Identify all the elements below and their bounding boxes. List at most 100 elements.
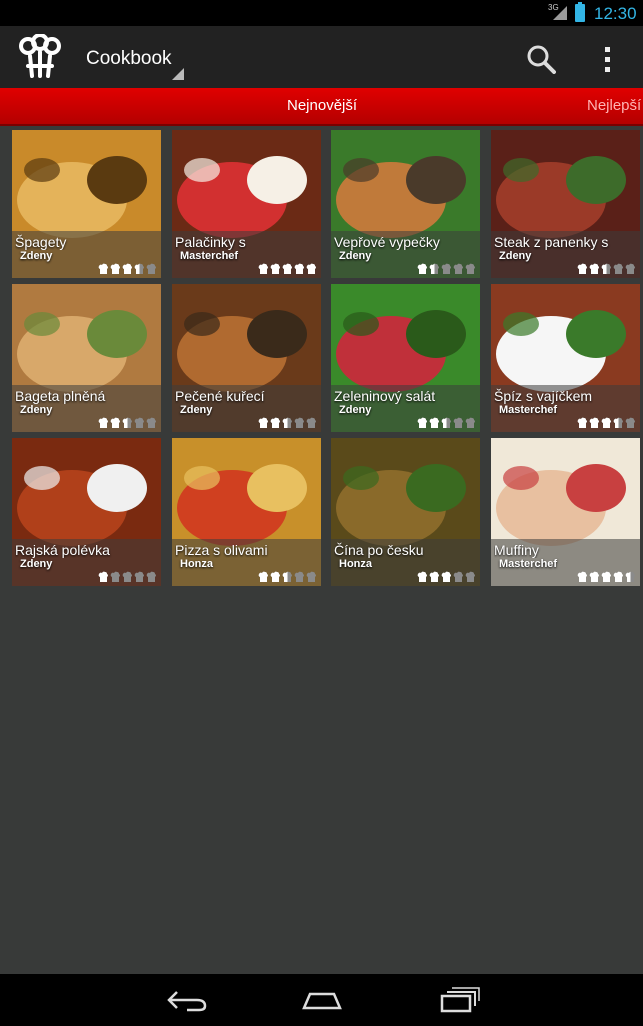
chef-hat-rating-icon — [441, 417, 451, 428]
search-icon[interactable] — [526, 44, 556, 74]
recipe-title: Špagety — [15, 234, 67, 250]
back-icon[interactable] — [165, 986, 209, 1014]
chef-hat-logo-icon[interactable] — [18, 34, 62, 80]
recipe-title: Pizza s olivami — [175, 542, 268, 558]
chef-hat-rating-icon — [417, 571, 427, 582]
chef-hat-rating-icon — [453, 571, 463, 582]
chef-hat-rating-icon — [429, 571, 439, 582]
recipe-title: Rajská polévka — [15, 542, 110, 558]
chef-hat-rating-icon — [601, 263, 611, 274]
chef-hat-rating-icon — [258, 263, 268, 274]
recipe-author: Masterchef — [180, 250, 239, 262]
chef-hat-rating-icon — [270, 263, 280, 274]
recipe-grid: Špagety Zdeny Palačinky s Masterchef Vepřové… — [12, 130, 640, 588]
recipe-rating — [577, 263, 636, 274]
recipe-title: Špíz s vajíčkem — [494, 388, 593, 404]
chef-hat-rating-icon — [613, 263, 623, 274]
recipe-card[interactable]: Palačinky s Masterchef — [172, 130, 321, 278]
recipe-card[interactable]: Špíz s vajíčkem Masterchef — [491, 284, 640, 432]
recipe-card[interactable]: Bageta plněná Zdeny — [12, 284, 161, 432]
chef-hat-rating-icon — [282, 263, 292, 274]
recipe-card[interactable]: Muffiny Masterchef — [491, 438, 640, 586]
chef-hat-rating-icon — [417, 263, 427, 274]
recipe-card[interactable]: Rajská polévka Zdeny — [12, 438, 161, 586]
chef-hat-rating-icon — [146, 263, 156, 274]
tab-best[interactable]: Nejlepší — [587, 97, 641, 114]
recipe-rating — [258, 263, 317, 274]
chef-hat-rating-icon — [306, 571, 316, 582]
recipe-card[interactable]: Pizza s olivami Honza — [172, 438, 321, 586]
recipe-card[interactable]: Zeleninový salát Zdeny — [331, 284, 480, 432]
chef-hat-rating-icon — [294, 263, 304, 274]
recipe-rating — [98, 417, 157, 428]
navigation-bar — [0, 974, 643, 1026]
recipe-author: Masterchef — [499, 404, 558, 416]
chef-hat-rating-icon — [417, 417, 427, 428]
recipe-rating — [577, 571, 636, 582]
chef-hat-rating-icon — [601, 417, 611, 428]
recipe-card[interactable]: Čína po česku Honza — [331, 438, 480, 586]
recipe-card[interactable]: Pečené kuřecí Zdeny — [172, 284, 321, 432]
chef-hat-rating-icon — [306, 263, 316, 274]
chef-hat-rating-icon — [258, 571, 268, 582]
chef-hat-rating-icon — [146, 417, 156, 428]
chef-hat-rating-icon — [122, 263, 132, 274]
chef-hat-rating-icon — [441, 571, 451, 582]
chef-hat-rating-icon — [625, 571, 635, 582]
chef-hat-rating-icon — [429, 417, 439, 428]
chef-hat-rating-icon — [429, 263, 439, 274]
recipe-author: Zdeny — [20, 250, 53, 262]
spinner-indicator-icon[interactable] — [172, 68, 184, 80]
chef-hat-rating-icon — [98, 263, 108, 274]
recipe-title: Pečené kuřecí — [175, 388, 265, 404]
chef-hat-rating-icon — [146, 571, 156, 582]
chef-hat-rating-icon — [122, 571, 132, 582]
chef-hat-rating-icon — [270, 417, 280, 428]
chef-hat-rating-icon — [589, 263, 599, 274]
chef-hat-rating-icon — [625, 417, 635, 428]
overflow-menu-icon[interactable] — [600, 44, 614, 74]
recipe-rating — [417, 263, 476, 274]
chef-hat-rating-icon — [465, 417, 475, 428]
recipe-rating — [98, 571, 157, 582]
chef-hat-rating-icon — [601, 571, 611, 582]
chef-hat-rating-icon — [453, 417, 463, 428]
recipe-author: Honza — [339, 558, 372, 570]
chef-hat-rating-icon — [110, 417, 120, 428]
chef-hat-rating-icon — [453, 263, 463, 274]
chef-hat-rating-icon — [134, 263, 144, 274]
chef-hat-rating-icon — [577, 571, 587, 582]
recipe-title: Vepřové vypečky — [334, 234, 440, 250]
recipe-title: Steak z panenky s — [494, 234, 609, 250]
recipe-author: Honza — [180, 558, 213, 570]
recipe-card[interactable]: Steak z panenky s Zdeny — [491, 130, 640, 278]
recent-apps-icon[interactable] — [438, 986, 482, 1014]
chef-hat-rating-icon — [294, 571, 304, 582]
recipe-author: Zdeny — [339, 404, 372, 416]
recipe-card[interactable]: Špagety Zdeny — [12, 130, 161, 278]
tab-strip: Nejnovější Nejlepší — [0, 88, 643, 126]
chef-hat-rating-icon — [294, 417, 304, 428]
chef-hat-rating-icon — [577, 263, 587, 274]
status-bar: 3G 12:30 — [0, 0, 643, 26]
app-title[interactable]: Cookbook — [86, 48, 172, 70]
recipe-rating — [258, 417, 317, 428]
recipe-card[interactable]: Vepřové vypečky Zdeny — [331, 130, 480, 278]
recipe-title: Palačinky s — [175, 234, 246, 250]
chef-hat-rating-icon — [589, 571, 599, 582]
chef-hat-rating-icon — [282, 417, 292, 428]
chef-hat-rating-icon — [134, 571, 144, 582]
tab-newest[interactable]: Nejnovější — [287, 97, 357, 114]
recipe-author: Masterchef — [499, 558, 558, 570]
chef-hat-rating-icon — [465, 571, 475, 582]
chef-hat-rating-icon — [134, 417, 144, 428]
clock: 12:30 — [594, 4, 637, 23]
chef-hat-rating-icon — [98, 417, 108, 428]
recipe-author: Zdeny — [20, 558, 53, 570]
chef-hat-rating-icon — [110, 263, 120, 274]
recipe-rating — [98, 263, 157, 274]
chef-hat-rating-icon — [613, 417, 623, 428]
chef-hat-rating-icon — [122, 417, 132, 428]
home-icon[interactable] — [300, 986, 344, 1014]
recipe-title: Zeleninový salát — [334, 388, 436, 404]
